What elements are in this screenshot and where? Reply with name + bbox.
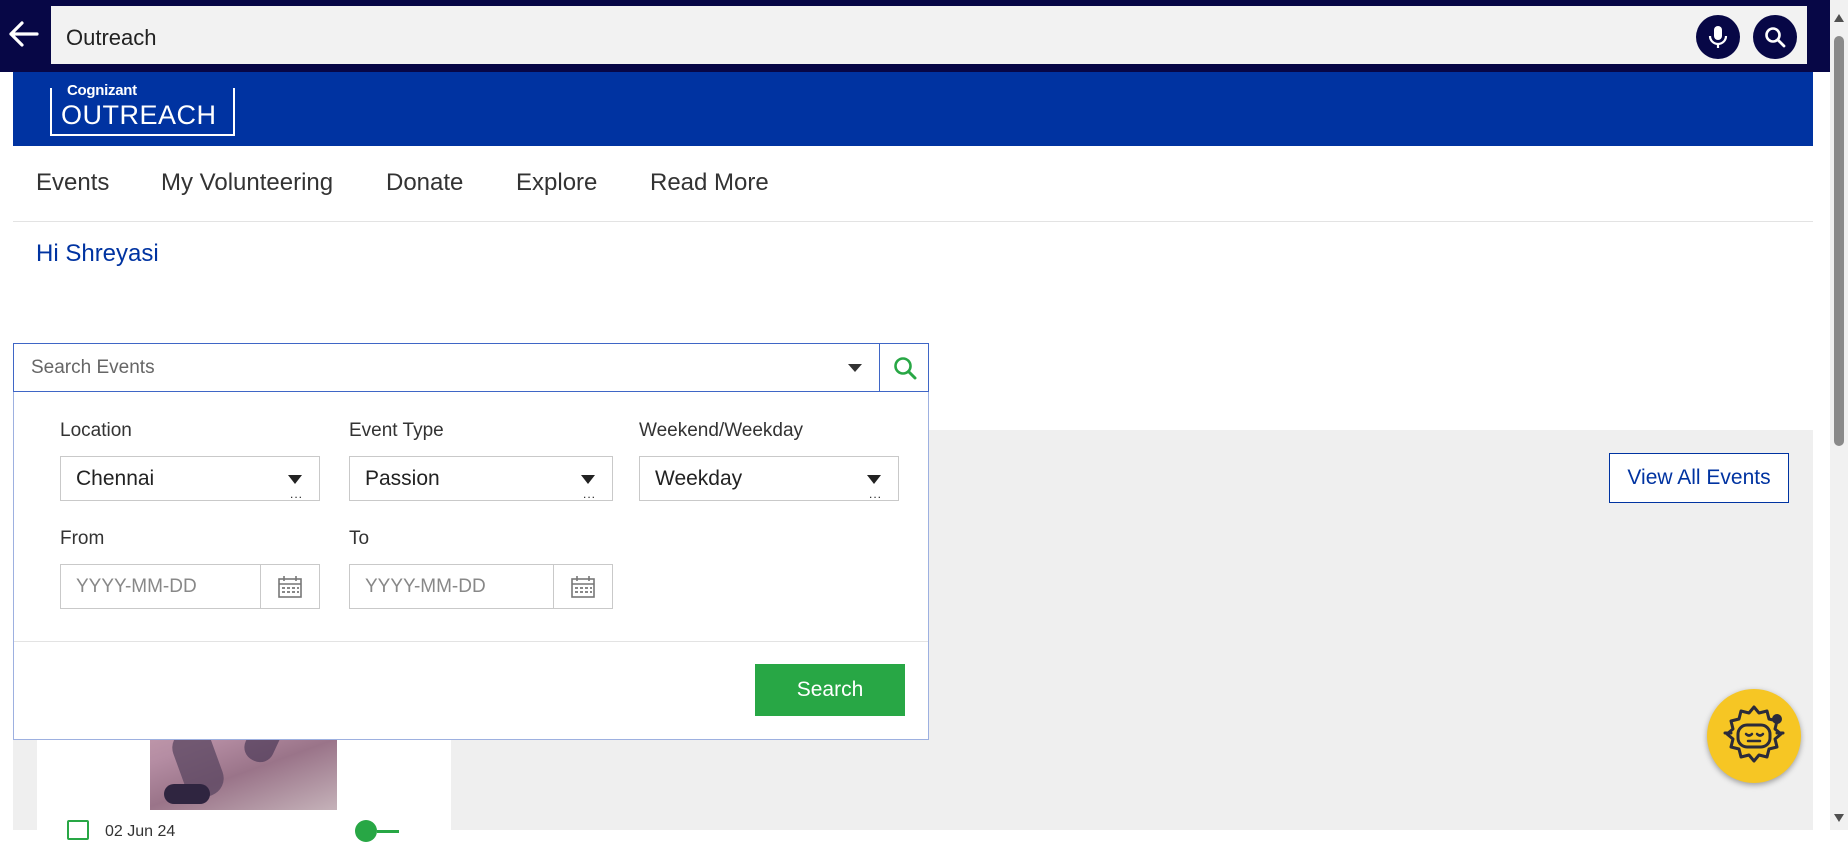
search-icon <box>893 356 916 379</box>
status-indicator-icon <box>355 820 377 842</box>
search-events-icon-button[interactable] <box>879 343 929 392</box>
microphone-icon <box>1708 26 1728 48</box>
main-nav: Events My Volunteering Donate Explore Re… <box>13 146 1813 222</box>
event-card-date: 02 Jun 24 <box>105 823 176 840</box>
chatbot-icon <box>1723 705 1785 763</box>
app-search-field[interactable]: Outreach <box>51 6 1807 64</box>
nav-item-my-volunteering[interactable]: My Volunteering <box>161 146 333 220</box>
logo-cognizant-text: Cognizant <box>65 82 139 99</box>
to-date-calendar-button[interactable] <box>553 565 612 608</box>
event-type-select[interactable]: Passion ... <box>349 456 613 501</box>
weekend-weekday-select[interactable]: Weekday ... <box>639 456 899 501</box>
back-button[interactable] <box>4 14 44 54</box>
calendar-icon <box>571 575 595 598</box>
chevron-down-icon <box>581 475 595 484</box>
scroll-up-arrow-icon[interactable] <box>1834 14 1844 22</box>
nav-item-events[interactable]: Events <box>36 146 109 220</box>
app-search-bar: Outreach <box>0 0 1830 72</box>
from-date-field[interactable]: YYYY-MM-DD <box>60 564 320 609</box>
chevron-down-icon <box>288 475 302 484</box>
calendar-icon <box>67 820 89 840</box>
logo-outreach-text: OUTREACH <box>61 100 217 130</box>
search-icon <box>1765 27 1786 48</box>
from-date-label: From <box>60 528 105 549</box>
nav-item-explore[interactable]: Explore <box>516 146 597 220</box>
calendar-icon <box>278 575 302 598</box>
scroll-down-arrow-icon[interactable] <box>1834 814 1844 822</box>
microphone-button[interactable] <box>1696 15 1740 59</box>
search-events-button[interactable]: Search <box>755 664 905 716</box>
chatbot-assistant-button[interactable] <box>1707 689 1801 783</box>
event-type-label: Event Type <box>349 420 444 441</box>
back-arrow-icon <box>9 21 39 47</box>
cognizant-outreach-logo[interactable]: Cognizant OUTREACH <box>50 82 235 136</box>
app-search-button[interactable] <box>1753 15 1797 59</box>
greeting-text: Hi Shreyasi <box>36 240 159 267</box>
app-search-query: Outreach <box>66 25 157 50</box>
to-date-field[interactable]: YYYY-MM-DD <box>349 564 613 609</box>
location-value: Chennai <box>76 467 155 490</box>
location-label: Location <box>60 420 132 441</box>
search-events-placeholder: Search Events <box>31 357 155 378</box>
weekend-weekday-value: Weekday <box>655 467 743 490</box>
nav-item-read-more[interactable]: Read More <box>650 146 769 220</box>
view-all-events-button[interactable]: View All Events <box>1609 453 1789 503</box>
page-scrollbar[interactable] <box>1830 0 1848 830</box>
location-select[interactable]: Chennai ... <box>60 456 320 501</box>
to-date-label: To <box>349 528 370 549</box>
from-date-calendar-button[interactable] <box>260 565 319 608</box>
panel-divider <box>14 641 928 642</box>
site-banner: Cognizant OUTREACH <box>13 72 1813 146</box>
chevron-down-icon[interactable] <box>848 364 862 372</box>
search-events-input[interactable]: Search Events <box>13 343 929 392</box>
to-date-placeholder: YYYY-MM-DD <box>365 576 486 597</box>
weekend-weekday-label: Weekend/Weekday <box>639 420 804 441</box>
scrollbar-thumb[interactable] <box>1834 36 1844 446</box>
from-date-placeholder: YYYY-MM-DD <box>76 576 197 597</box>
event-type-value: Passion <box>365 467 440 490</box>
nav-item-donate[interactable]: Donate <box>386 146 463 220</box>
chevron-down-icon <box>867 475 881 484</box>
